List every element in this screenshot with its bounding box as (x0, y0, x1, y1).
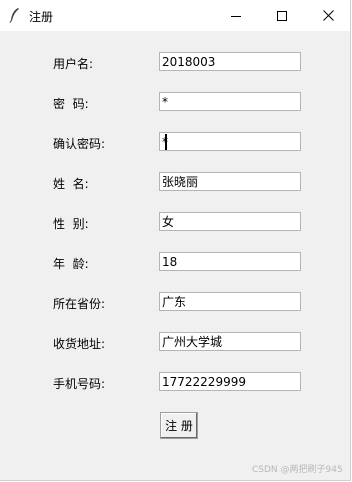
text-cursor (165, 134, 167, 150)
gender-field[interactable] (159, 212, 301, 231)
minimize-icon (231, 11, 241, 21)
watermark: CSDN @两把刷子945 (252, 465, 343, 475)
password-field[interactable] (159, 92, 301, 111)
province-field[interactable] (159, 292, 301, 311)
password-label: 密 码: (53, 97, 89, 111)
maximize-button[interactable] (259, 0, 305, 31)
address-label: 收货地址: (53, 337, 106, 351)
gender-label: 性 别: (53, 217, 89, 231)
confirm-password-label: 确认密码: (53, 137, 106, 151)
close-icon (322, 10, 334, 21)
username-label: 用户名: (53, 57, 94, 71)
name-label: 姓 名: (53, 177, 89, 191)
phone-field[interactable] (159, 372, 301, 391)
confirm-password-field[interactable] (159, 132, 301, 151)
age-label: 年 龄: (53, 257, 89, 271)
province-label: 所在省份: (53, 297, 106, 311)
close-button[interactable] (305, 0, 351, 31)
name-field[interactable] (159, 172, 301, 191)
title-bar[interactable]: 注册 (0, 0, 350, 31)
register-window: 注册 用户名: 密 码: 确认密码: 姓 名: 性 别: 年 龄: 所在省份: … (0, 0, 351, 481)
address-field[interactable] (159, 332, 301, 351)
age-field[interactable] (159, 252, 301, 271)
window-title: 注册 (29, 10, 54, 24)
minimize-button[interactable] (213, 0, 259, 31)
feather-icon (8, 7, 22, 23)
maximize-icon (277, 10, 287, 21)
phone-label: 手机号码: (53, 377, 106, 391)
register-button[interactable]: 注 册 (160, 412, 198, 439)
username-field[interactable] (159, 52, 301, 71)
